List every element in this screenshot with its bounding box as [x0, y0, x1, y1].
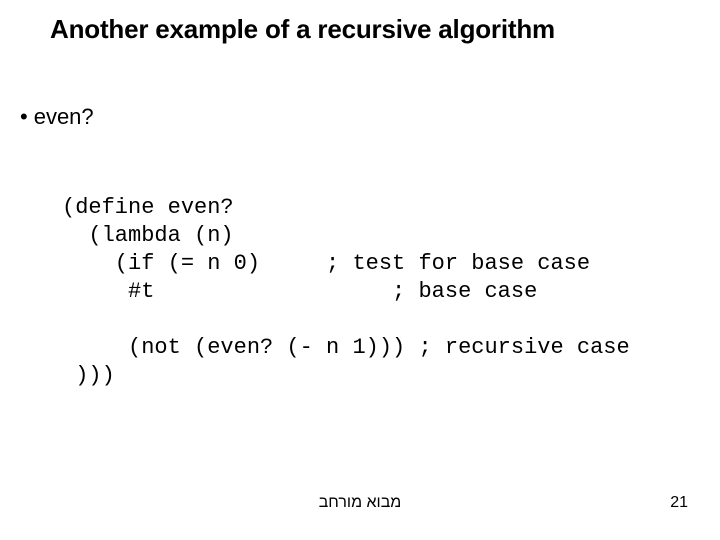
code-line: (not (even? (- n 1))) ; recursive case [62, 335, 630, 360]
bullet-label: even? [34, 104, 94, 129]
slide: Another example of a recursive algorithm… [0, 0, 720, 540]
bullet-item: •even? [20, 104, 94, 130]
slide-title: Another example of a recursive algorithm [50, 14, 555, 45]
footer-text: מבוא מורחב [0, 494, 720, 512]
code-line: ))) [62, 363, 115, 388]
code-line: (if (= n 0) ; test for base case [62, 251, 590, 276]
code-block: (define even? (lambda (n) (if (= n 0) ; … [62, 166, 630, 390]
code-line: (lambda (n) [62, 223, 234, 248]
page-number: 21 [670, 494, 688, 512]
bullet-dot-icon: • [20, 104, 28, 130]
code-line: #t ; base case [62, 279, 537, 304]
code-line: (define even? [62, 195, 234, 220]
